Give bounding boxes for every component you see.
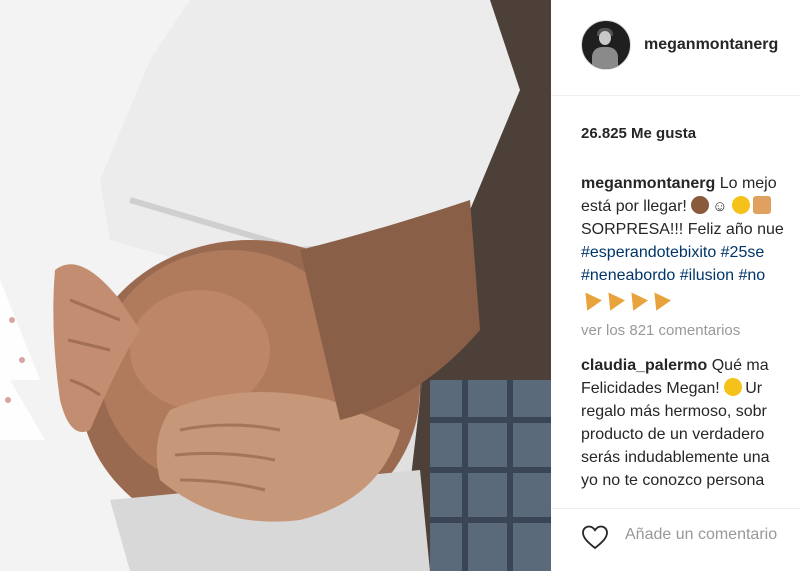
caption-line-1: Lo mejo — [719, 175, 777, 192]
like-heart-icon[interactable] — [581, 524, 609, 550]
smile-emoji-icon: ☺ — [712, 198, 728, 215]
post-header: meganmontanerg — [551, 0, 800, 96]
comment-line-4: producto de un verdadero — [581, 426, 765, 443]
party-popper-emoji-icon — [601, 287, 625, 311]
post-caption: meganmontanerg Lo mejo está por llegar! … — [578, 172, 800, 312]
hashtag-line-2[interactable]: #neneabordo #ilusion #no — [581, 264, 800, 287]
monkey-emoji-icon — [691, 196, 710, 214]
comment-line-2-tail: Ur — [745, 380, 763, 397]
caption-line-2: está por llegar! — [581, 198, 687, 215]
comment-line-5: serás indudablemente una — [581, 449, 770, 466]
blush-emoji-icon — [732, 196, 751, 214]
party-popper-emoji-icon — [647, 287, 671, 311]
pregnancy-photo-illustration — [0, 0, 551, 571]
view-all-comments-link[interactable]: ver los 821 comentarios — [581, 322, 740, 339]
party-popper-emoji-icon — [624, 287, 648, 311]
caption-username[interactable]: meganmontanerg — [581, 175, 715, 192]
comment-line-6: yo no te conozco persona — [581, 472, 765, 489]
party-emoji-row — [578, 287, 800, 312]
likes-count[interactable]: 26.825 Me gusta — [581, 125, 696, 142]
caption-line-3: SORPRESA!!! Feliz año nue — [581, 221, 784, 238]
comment-username[interactable]: claudia_palermo — [581, 357, 707, 374]
post-username[interactable]: meganmontanerg — [644, 36, 778, 54]
comment: claudia_palermo Qué ma Felicidades Megan… — [581, 354, 800, 492]
comment-line-3: regalo más hermoso, sobr — [581, 403, 767, 420]
comment-line-2: Felicidades Megan! — [581, 380, 720, 397]
couple-emoji-icon — [753, 196, 772, 214]
comment-line-1: Qué ma — [711, 357, 769, 374]
avatar[interactable] — [581, 20, 631, 70]
post-photo[interactable] — [0, 0, 551, 571]
hashtag-line-1[interactable]: #esperandotebixito #25se — [581, 241, 800, 264]
kiss-emoji-icon — [724, 378, 743, 396]
add-comment-input[interactable]: Añade un comentario — [625, 526, 777, 544]
party-popper-emoji-icon — [578, 287, 602, 311]
post-sidebar: meganmontanerg 26.825 Me gusta meganmont… — [551, 0, 800, 571]
add-comment-bar: Añade un comentario — [551, 508, 800, 571]
